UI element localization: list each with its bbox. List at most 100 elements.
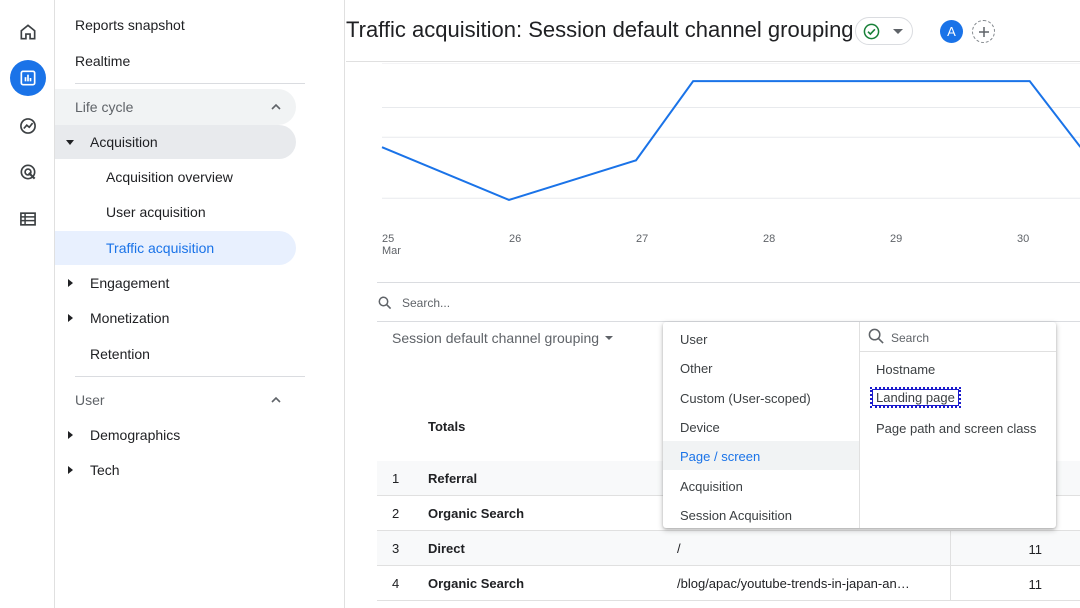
menu-item-acquisition[interactable]: Acquisition <box>663 471 859 500</box>
dimension-picker-menu: User Other Custom (User-scoped) Device P… <box>663 322 1056 528</box>
nav-demographics[interactable]: Demographics <box>55 418 296 452</box>
menu-item-label: User <box>680 332 708 347</box>
report-status-dropdown[interactable] <box>855 17 913 45</box>
submenu-item-page-path-screen-class[interactable]: Page path and screen class <box>876 421 1036 436</box>
nav-section-user[interactable]: User <box>55 382 296 418</box>
explore-icon[interactable] <box>10 108 46 144</box>
row-number: 1 <box>392 471 400 486</box>
row-number: 2 <box>392 506 400 521</box>
nav-label: Tech <box>90 462 120 478</box>
nav-divider <box>75 83 305 84</box>
nav-divider <box>75 376 305 377</box>
row-channel: Referral <box>428 471 478 486</box>
caret-right-icon <box>68 466 73 474</box>
menu-item-label: Page / screen <box>680 449 761 464</box>
menu-item-other[interactable]: Other <box>663 353 859 382</box>
submenu-item-landing-page[interactable]: Landing page <box>870 387 961 408</box>
menu-item-user[interactable]: User <box>663 324 859 353</box>
nav-label: User acquisition <box>106 204 206 220</box>
nav-label: Realtime <box>75 53 131 69</box>
menu-item-custom-user-scoped[interactable]: Custom (User-scoped) <box>663 383 859 412</box>
submenu-search-input[interactable]: Search <box>860 322 1056 352</box>
check-circle-icon <box>863 23 880 40</box>
reports-icon[interactable] <box>10 60 46 96</box>
caret-down-icon <box>893 29 903 34</box>
nav-engagement[interactable]: Engagement <box>55 266 296 300</box>
menu-item-page-screen[interactable]: Page / screen <box>663 441 859 470</box>
nav-section-lifecycle[interactable]: Life cycle <box>55 89 296 125</box>
nav-tech[interactable]: Tech <box>55 453 296 487</box>
row-channel: Direct <box>428 541 465 556</box>
dimension-label: Session default channel grouping <box>392 330 600 346</box>
row-page-path: /blog/apac/youtube-trends-in-japan-an… <box>677 576 910 591</box>
nav-label: Demographics <box>90 427 181 443</box>
home-icon[interactable] <box>10 14 46 50</box>
dimension-selector[interactable]: Session default channel grouping <box>392 330 614 346</box>
line-chart-svg <box>381 62 1080 202</box>
menu-item-label: Session Acquisition <box>680 508 793 523</box>
nav-label: Acquisition overview <box>106 169 233 185</box>
table-row[interactable]: 3 Direct / 11 <box>377 531 1080 566</box>
row-number: 4 <box>392 576 400 591</box>
x-tick-label: 26 <box>509 233 522 245</box>
table-row[interactable]: 4 Organic Search /blog/apac/youtube-tren… <box>377 566 1080 601</box>
row-page-path: / <box>677 541 681 556</box>
page-title: Traffic acquisition: Session default cha… <box>346 17 854 42</box>
table-search-bar[interactable]: Search... <box>377 282 1080 322</box>
submenu-search-placeholder: Search <box>891 331 930 345</box>
configure-icon[interactable] <box>10 201 46 237</box>
caret-down-icon <box>605 336 614 340</box>
report-header: Traffic acquisition: Session default cha… <box>346 0 1080 62</box>
totals-label: Totals <box>428 419 466 434</box>
row-channel: Organic Search <box>428 576 525 591</box>
column-divider <box>950 566 951 601</box>
caret-right-icon <box>68 314 73 322</box>
chevron-up-icon <box>271 396 281 403</box>
menu-item-label: Acquisition <box>680 479 743 494</box>
search-icon <box>868 328 884 344</box>
nav-realtime[interactable]: Realtime <box>55 44 296 78</box>
submenu-item-hostname[interactable]: Hostname <box>876 362 935 377</box>
menu-item-label: Other <box>680 361 713 376</box>
x-tick-label: 25 <box>382 233 395 245</box>
plus-icon <box>978 26 989 37</box>
x-tick-label: 29 <box>890 233 903 245</box>
nav-label: Reports snapshot <box>75 17 185 33</box>
nav-section-label: User <box>75 392 105 408</box>
menu-item-label: Device <box>680 420 720 435</box>
nav-acquisition-overview[interactable]: Acquisition overview <box>55 160 296 194</box>
row-value: 11 <box>1028 542 1043 557</box>
nav-label: Engagement <box>90 275 170 291</box>
nav-traffic-acquisition[interactable]: Traffic acquisition <box>55 231 296 265</box>
line-chart: 25 26 27 28 29 30 Mar <box>346 62 1080 263</box>
search-icon <box>378 296 392 310</box>
x-tick-sublabel: Mar <box>382 245 401 257</box>
menu-item-device[interactable]: Device <box>663 412 859 441</box>
x-tick-label: 27 <box>636 233 649 245</box>
report-navigation: Reports snapshot Realtime Life cycle Acq… <box>55 0 345 608</box>
caret-right-icon <box>68 431 73 439</box>
caret-right-icon <box>68 279 73 287</box>
x-tick-label: 30 <box>1017 233 1030 245</box>
nav-section-label: Life cycle <box>75 99 134 115</box>
add-comparison-button[interactable] <box>972 20 995 43</box>
nav-monetization[interactable]: Monetization <box>55 301 296 335</box>
nav-label: Traffic acquisition <box>106 240 215 256</box>
menu-item-session-acquisition[interactable]: Session Acquisition <box>663 500 859 529</box>
series-line <box>381 80 1080 202</box>
table-search-placeholder: Search... <box>402 296 451 310</box>
chevron-up-icon <box>271 103 281 110</box>
nav-label: Retention <box>90 346 150 362</box>
row-channel: Organic Search <box>428 506 525 521</box>
nav-retention[interactable]: Retention <box>55 337 296 371</box>
nav-acquisition[interactable]: Acquisition <box>55 125 296 159</box>
x-tick-label: 28 <box>763 233 776 245</box>
avatar[interactable]: A <box>940 20 963 43</box>
menu-item-label: Custom (User-scoped) <box>680 391 811 406</box>
nav-user-acquisition[interactable]: User acquisition <box>55 195 296 229</box>
nav-label: Acquisition <box>90 134 158 150</box>
advertising-icon[interactable] <box>10 154 46 190</box>
nav-label: Monetization <box>90 310 170 326</box>
nav-reports-snapshot[interactable]: Reports snapshot <box>55 8 296 42</box>
icon-rail <box>0 0 55 608</box>
